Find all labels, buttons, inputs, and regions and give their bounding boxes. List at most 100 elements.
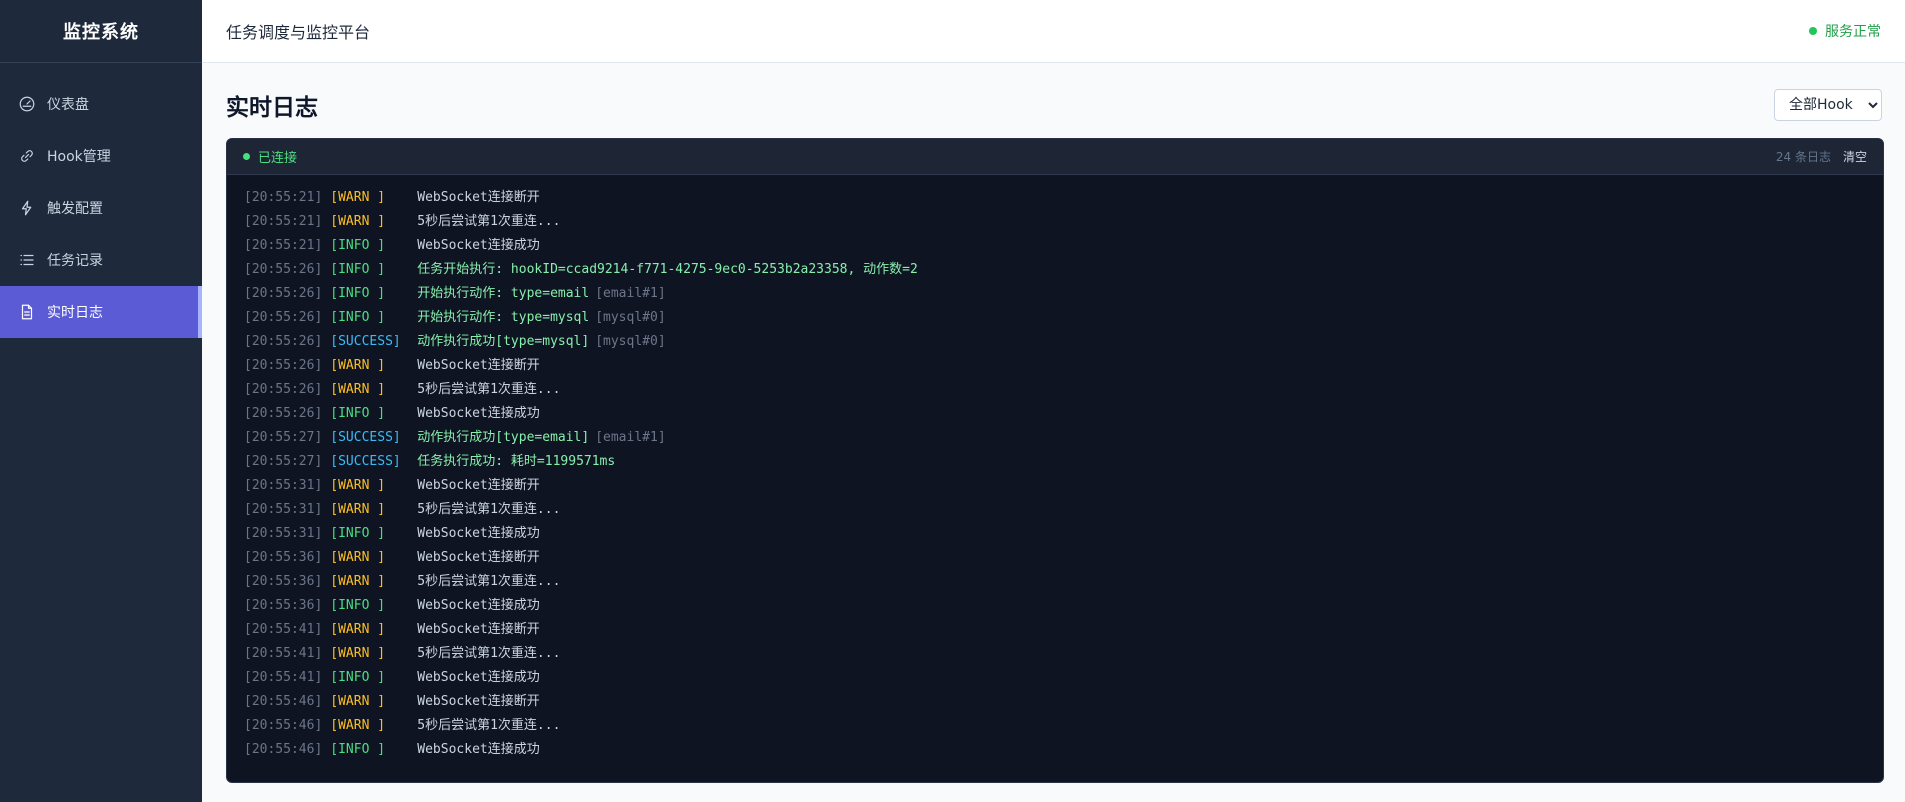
log-message: 任务执行成功: 耗时=1199571ms xyxy=(417,454,616,469)
log-line: [20:55:26] [INFO ] 开始执行动作: type=email [emai… xyxy=(244,282,1866,306)
sidebar-nav: 仪表盘 Hook管理 触发配置 任务记录 实时日志 xyxy=(0,78,202,338)
log-timestamp: [20:55:36] xyxy=(244,550,323,565)
sidebar-item-realtime-logs[interactable]: 实时日志 xyxy=(0,286,202,338)
log-level: [WARN ] xyxy=(330,718,386,733)
log-level: [WARN ] xyxy=(330,622,386,637)
topbar: 任务调度与监控平台 服务正常 xyxy=(202,0,1905,63)
app: 监控系统 仪表盘 Hook管理 触发配置 任务记录 实时日志 任务调度与监控平台… xyxy=(0,0,1905,802)
log-panel: 已连接 24 条日志 清空 [20:55:21] [WARN ] WebSocket… xyxy=(226,138,1884,783)
log-timestamp: [20:55:21] xyxy=(244,238,323,253)
service-status: 服务正常 xyxy=(1809,21,1881,41)
lightning-icon xyxy=(18,199,36,217)
log-timestamp: [20:55:46] xyxy=(244,718,323,733)
log-line: [20:55:36] [WARN ] 5秒后尝试第1次重连... xyxy=(244,570,1866,594)
clear-logs-button[interactable]: 清空 xyxy=(1843,148,1867,165)
platform-title: 任务调度与监控平台 xyxy=(226,23,371,42)
sidebar-item-hooks[interactable]: Hook管理 xyxy=(0,130,202,182)
log-message: WebSocket连接成功 xyxy=(417,406,540,421)
log-message: WebSocket连接断开 xyxy=(417,622,540,637)
log-line: [20:55:27] [SUCCESS] 动作执行成功[type=email] [em… xyxy=(244,426,1866,450)
log-timestamp: [20:55:46] xyxy=(244,742,323,757)
log-line: [20:55:41] [WARN ] 5秒后尝试第1次重连... xyxy=(244,642,1866,666)
log-line: [20:55:46] [INFO ] WebSocket连接成功 xyxy=(244,738,1866,762)
log-level: [WARN ] xyxy=(330,478,386,493)
page-header: 实时日志 全部Hook xyxy=(226,89,1882,121)
log-tag: [mysql#0] xyxy=(595,310,666,325)
log-line: [20:55:27] [SUCCESS] 任务执行成功: 耗时=1199571ms xyxy=(244,450,1866,474)
log-message: WebSocket连接成功 xyxy=(417,670,540,685)
log-message: WebSocket连接成功 xyxy=(417,526,540,541)
log-message: 5秒后尝试第1次重连... xyxy=(417,214,561,229)
log-timestamp: [20:55:31] xyxy=(244,478,323,493)
log-line: [20:55:31] [INFO ] WebSocket连接成功 xyxy=(244,522,1866,546)
log-timestamp: [20:55:26] xyxy=(244,286,323,301)
log-level: [WARN ] xyxy=(330,214,386,229)
log-line: [20:55:36] [WARN ] WebSocket连接断开 xyxy=(244,546,1866,570)
log-timestamp: [20:55:36] xyxy=(244,598,323,613)
log-line: [20:55:31] [WARN ] 5秒后尝试第1次重连... xyxy=(244,498,1866,522)
log-level: [INFO ] xyxy=(330,598,386,613)
hook-filter-select[interactable]: 全部Hook xyxy=(1774,89,1882,121)
log-timestamp: [20:55:41] xyxy=(244,646,323,661)
log-level: [INFO ] xyxy=(330,310,386,325)
log-timestamp: [20:55:41] xyxy=(244,670,323,685)
sidebar-item-tasks[interactable]: 任务记录 xyxy=(0,234,202,286)
log-message: 5秒后尝试第1次重连... xyxy=(417,382,561,397)
log-message: 动作执行成功[type=email] xyxy=(417,430,590,445)
page-title: 实时日志 xyxy=(226,95,318,121)
sidebar-item-label: 实时日志 xyxy=(47,305,103,321)
log-line: [20:55:26] [INFO ] 开始执行动作: type=mysql [mysq… xyxy=(244,306,1866,330)
log-level: [WARN ] xyxy=(330,502,386,517)
log-line: [20:55:31] [WARN ] WebSocket连接断开 xyxy=(244,474,1866,498)
sidebar-item-triggers[interactable]: 触发配置 xyxy=(0,182,202,234)
log-timestamp: [20:55:41] xyxy=(244,622,323,637)
log-timestamp: [20:55:27] xyxy=(244,454,323,469)
log-timestamp: [20:55:31] xyxy=(244,526,323,541)
log-message: WebSocket连接断开 xyxy=(417,550,540,565)
log-message: 任务开始执行: hookID=ccad9214-f771-4275-9ec0-5… xyxy=(417,262,918,277)
brand-title: 监控系统 xyxy=(0,0,202,63)
log-message: 5秒后尝试第1次重连... xyxy=(417,646,561,661)
log-message: 5秒后尝试第1次重连... xyxy=(417,574,561,589)
log-timestamp: [20:55:26] xyxy=(244,310,323,325)
log-level: [INFO ] xyxy=(330,238,386,253)
log-timestamp: [20:55:46] xyxy=(244,694,323,709)
log-level: [WARN ] xyxy=(330,574,386,589)
log-timestamp: [20:55:26] xyxy=(244,334,323,349)
sidebar-item-label: 触发配置 xyxy=(47,201,103,217)
sidebar-item-label: 仪表盘 xyxy=(47,97,89,113)
log-level: [INFO ] xyxy=(330,286,386,301)
log-line: [20:55:46] [WARN ] 5秒后尝试第1次重连... xyxy=(244,714,1866,738)
sidebar-item-label: Hook管理 xyxy=(47,149,111,165)
log-level: [INFO ] xyxy=(330,742,386,757)
log-message: WebSocket连接断开 xyxy=(417,190,540,205)
status-dot-icon xyxy=(1809,27,1817,35)
log-timestamp: [20:55:21] xyxy=(244,214,323,229)
log-line: [20:55:26] [INFO ] WebSocket连接成功 xyxy=(244,402,1866,426)
log-header: 已连接 24 条日志 清空 xyxy=(227,139,1883,175)
log-level: [INFO ] xyxy=(330,262,386,277)
log-timestamp: [20:55:36] xyxy=(244,574,323,589)
log-message: 5秒后尝试第1次重连... xyxy=(417,502,561,517)
log-line: [20:55:36] [INFO ] WebSocket连接成功 xyxy=(244,594,1866,618)
log-message: WebSocket连接断开 xyxy=(417,358,540,373)
log-level: [WARN ] xyxy=(330,190,386,205)
log-level: [WARN ] xyxy=(330,694,386,709)
link-icon xyxy=(18,147,36,165)
log-line: [20:55:26] [WARN ] WebSocket连接断开 xyxy=(244,354,1866,378)
log-list[interactable]: [20:55:21] [WARN ] WebSocket连接断开 [20:55:21]… xyxy=(227,175,1883,762)
log-level: [WARN ] xyxy=(330,550,386,565)
log-line: [20:55:21] [WARN ] 5秒后尝试第1次重连... xyxy=(244,210,1866,234)
main: 任务调度与监控平台 服务正常 实时日志 全部Hook 已连接 24 条日志 清空… xyxy=(202,0,1905,802)
sidebar-item-label: 任务记录 xyxy=(47,253,103,269)
connection-status: 已连接 xyxy=(243,147,297,166)
log-message: 开始执行动作: type=email xyxy=(417,286,590,301)
sidebar-item-dashboard[interactable]: 仪表盘 xyxy=(0,78,202,130)
log-timestamp: [20:55:31] xyxy=(244,502,323,517)
log-level: [SUCCESS] xyxy=(330,430,401,445)
connection-dot-icon xyxy=(243,153,250,160)
log-line: [20:55:26] [WARN ] 5秒后尝试第1次重连... xyxy=(244,378,1866,402)
log-message: WebSocket连接断开 xyxy=(417,694,540,709)
log-timestamp: [20:55:26] xyxy=(244,406,323,421)
log-line: [20:55:21] [WARN ] WebSocket连接断开 xyxy=(244,186,1866,210)
